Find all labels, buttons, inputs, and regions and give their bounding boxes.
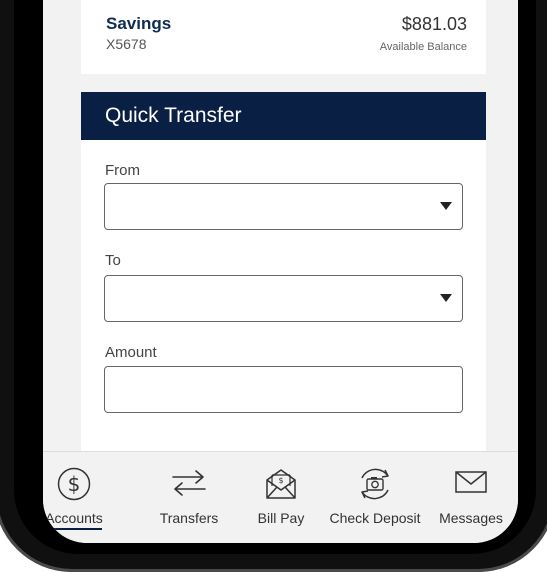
balance-label: Available Balance — [379, 41, 467, 53]
nav-accounts[interactable]: $ Accounts — [43, 452, 124, 532]
nav-label-transfers: Transfers — [159, 510, 219, 526]
dropdown-arrow-icon — [440, 202, 452, 210]
svg-text:$: $ — [68, 472, 81, 496]
account-number: X5678 — [106, 36, 147, 52]
bill-envelope-icon: $ — [266, 469, 296, 499]
bottom-nav: $ Accounts Transfers $ Bill Pay Check De… — [43, 451, 518, 543]
active-tab-indicator — [43, 528, 102, 530]
amount-input[interactable] — [104, 366, 463, 413]
nav-messages[interactable]: Messages — [433, 452, 509, 532]
nav-check-deposit[interactable]: Check Deposit — [327, 452, 423, 532]
nav-transfers[interactable]: Transfers — [142, 452, 236, 532]
nav-label-messages: Messages — [439, 510, 503, 526]
nav-label-accounts: Accounts — [45, 510, 103, 526]
to-select[interactable] — [104, 275, 463, 322]
dropdown-arrow-icon — [440, 294, 452, 302]
svg-text:$: $ — [278, 476, 283, 485]
account-card-savings[interactable]: Savings X5678 $881.03 Available Balance — [81, 0, 486, 74]
from-label: From — [105, 162, 140, 179]
quick-transfer-title: Quick Transfer — [81, 92, 486, 140]
account-balance: $881.03 — [401, 14, 467, 34]
quick-transfer-card: Quick Transfer From To Amount — [81, 92, 486, 452]
app-screen: Savings X5678 $881.03 Available Balance … — [43, 0, 518, 543]
dollar-circle-icon: $ — [57, 467, 91, 501]
amount-label: Amount — [105, 344, 157, 361]
to-label: To — [105, 252, 121, 269]
nav-bill-pay[interactable]: $ Bill Pay — [245, 452, 317, 532]
nav-label-bill-pay: Bill Pay — [257, 510, 305, 526]
account-name: Savings — [106, 14, 172, 33]
envelope-icon — [455, 471, 487, 493]
camera-refresh-icon — [361, 468, 389, 500]
from-select[interactable] — [104, 183, 463, 230]
nav-label-check-deposit: Check Deposit — [329, 510, 421, 526]
transfer-arrows-icon — [172, 470, 206, 496]
